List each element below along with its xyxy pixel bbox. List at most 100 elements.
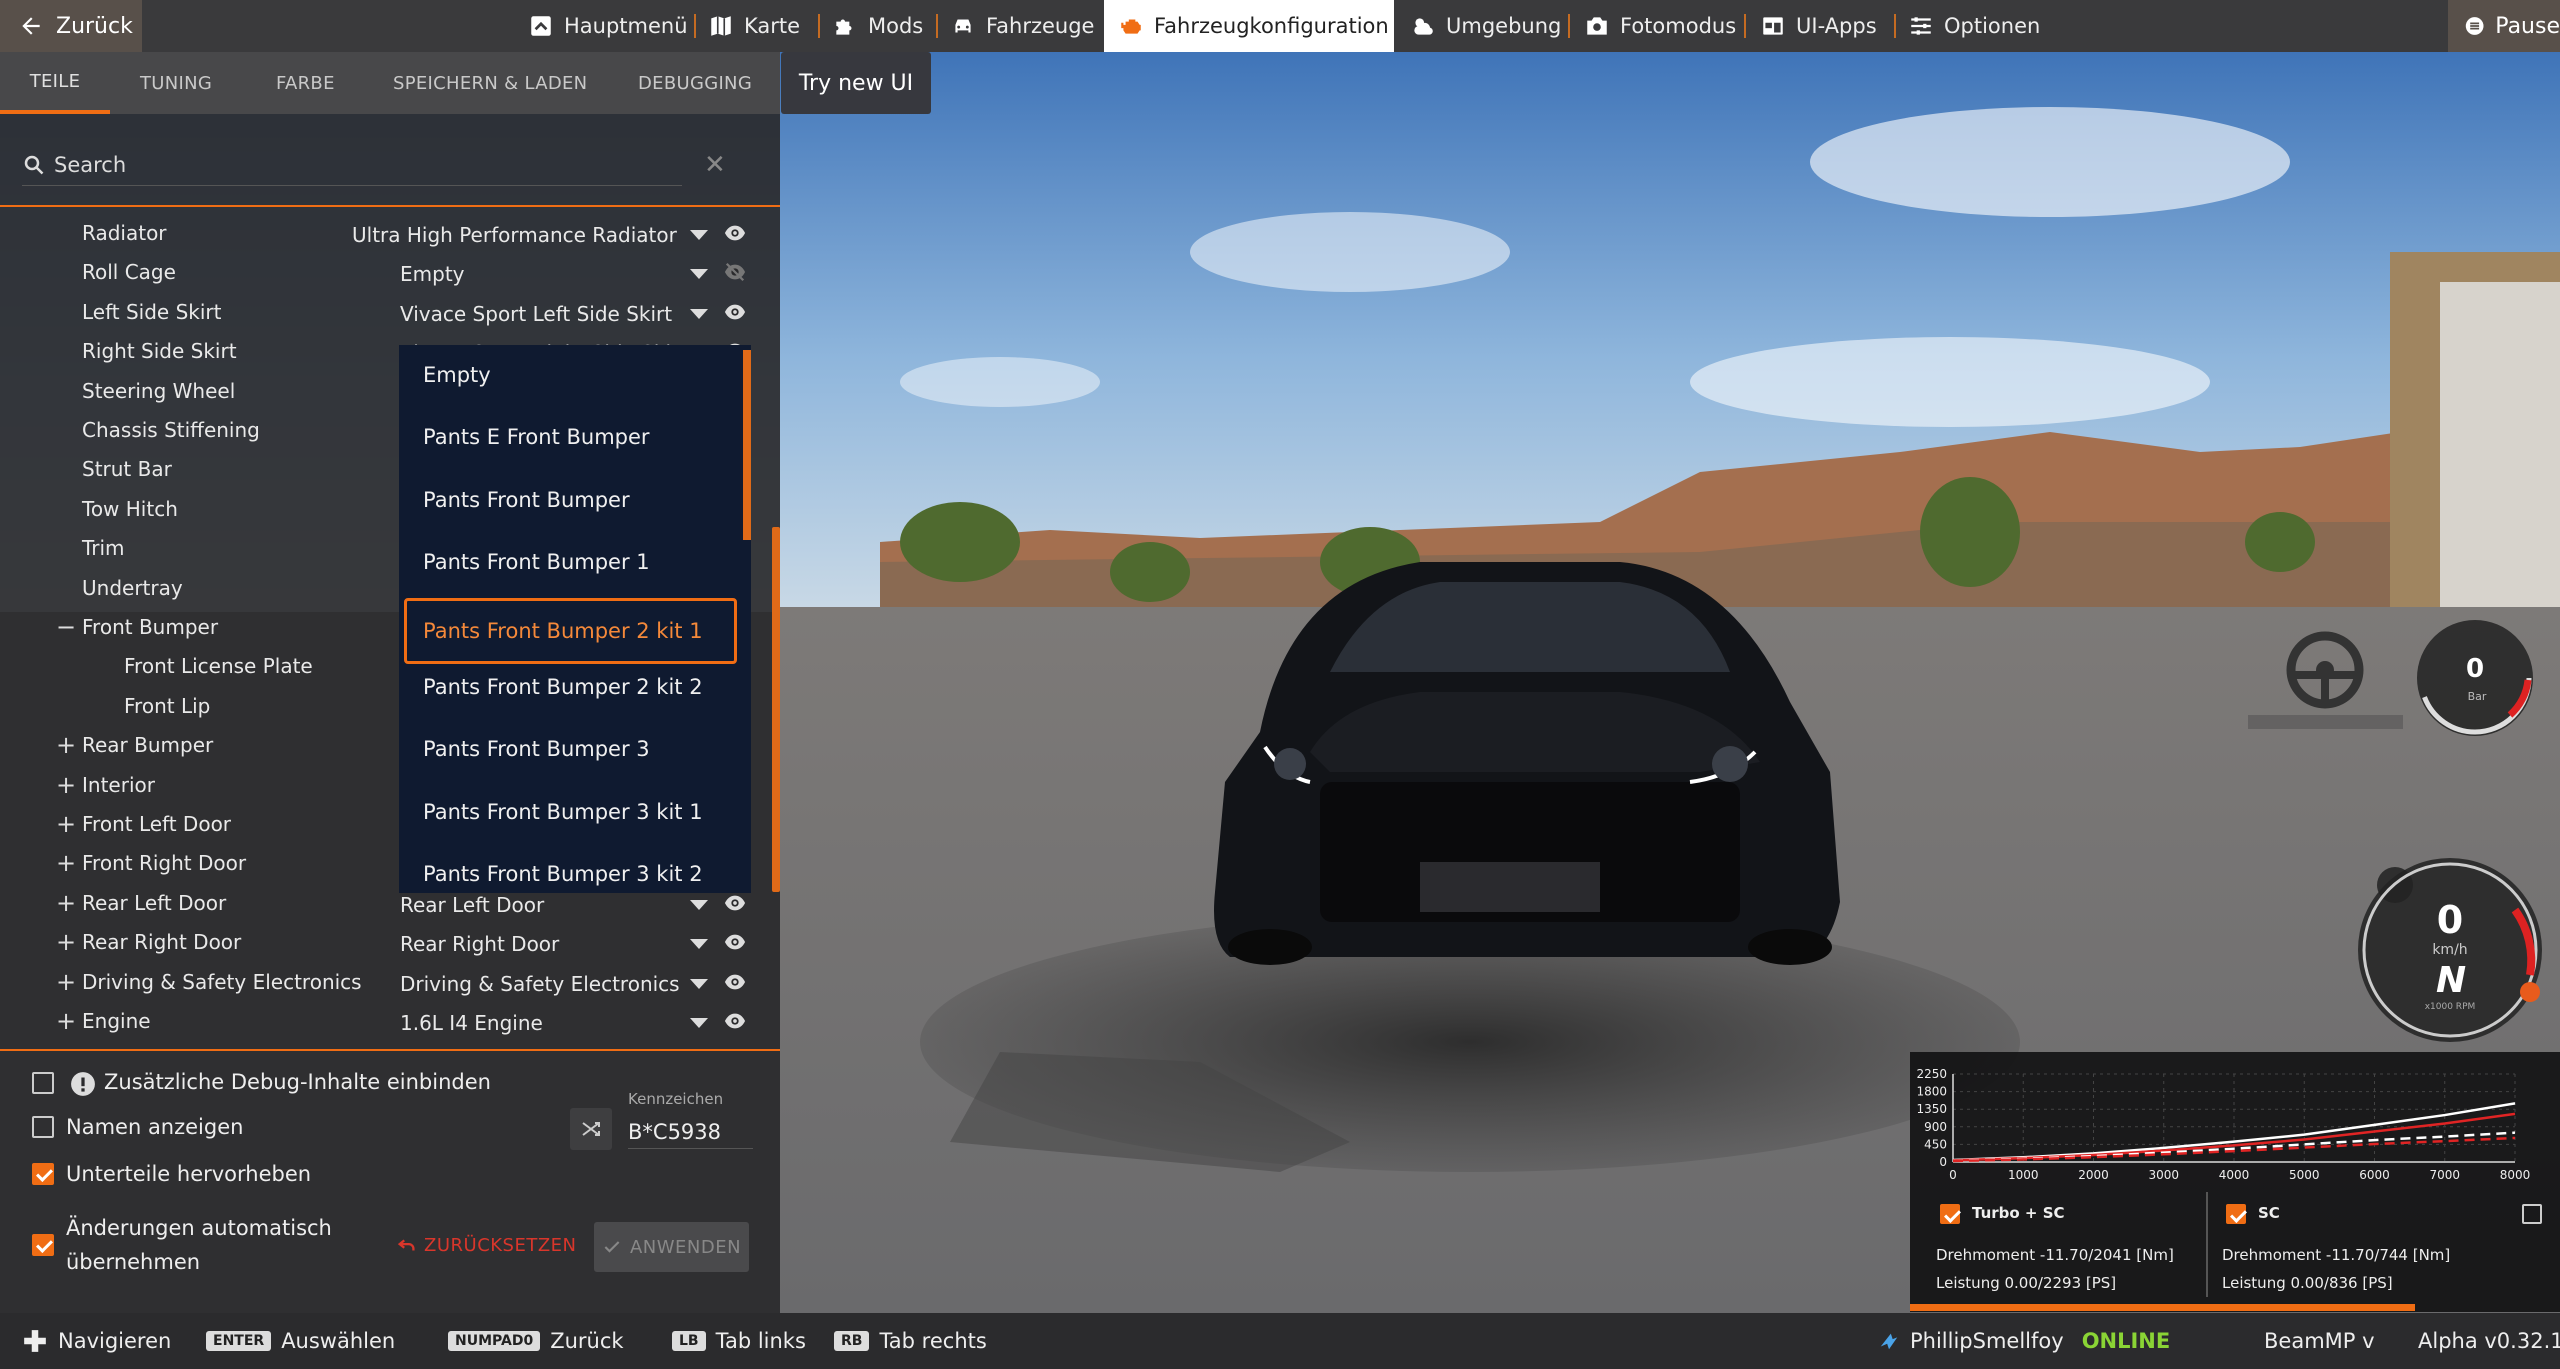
torque-graph-app: 0 450 900 1350 1800 2250 0 1000 2000 3000 4000 5000…: [1910, 1052, 2560, 1312]
menu-fahrzeuge[interactable]: Fahrzeuge: [950, 0, 1094, 52]
eye-icon[interactable]: [720, 931, 750, 953]
reset-button[interactable]: ZURÜCKSETZEN: [396, 1234, 577, 1256]
dropdown-arrow-icon[interactable]: [690, 899, 708, 910]
part-select-value[interactable]: Vivace Sport Left Side Skirt: [400, 302, 672, 326]
eye-icon[interactable]: [720, 222, 750, 244]
dropdown-option[interactable]: Pants Front Bumper: [399, 470, 744, 530]
hint-back-label: Zurück: [550, 1329, 624, 1353]
pause-label: Pause: [2495, 13, 2560, 39]
dropdown-option[interactable]: Pants Front Bumper 3: [399, 719, 744, 779]
dropdown-option[interactable]: Pants Front Bumper 3 kit 1: [399, 782, 744, 842]
dropdown-option[interactable]: Empty: [399, 345, 744, 405]
top-menu-bar: Zurück Hauptmenü Karte Mods Fahrzeuge Fa…: [0, 0, 2560, 52]
eye-off-icon[interactable]: [720, 261, 750, 283]
part-select-value[interactable]: Empty: [400, 262, 465, 286]
dropdown-arrow-icon[interactable]: [690, 978, 708, 989]
highlight-subparts-checkbox[interactable]: [32, 1163, 54, 1185]
part-slot-name: Trim: [82, 536, 125, 561]
expand-icon[interactable]: +: [56, 928, 76, 956]
puzzle-icon: [836, 19, 852, 35]
engine-icon: [1121, 19, 1141, 34]
series-toggle-checkbox[interactable]: [1940, 1204, 1960, 1224]
menu-mods-label: Mods: [868, 14, 924, 38]
collapse-icon[interactable]: −: [56, 613, 76, 641]
parts-scrollbar[interactable]: [772, 527, 780, 892]
part-row[interactable]: Roll Cage Empty: [0, 253, 780, 291]
username: PhillipSmellfoy: [1910, 1329, 2064, 1353]
part-select-value[interactable]: Driving & Safety Electronics: [400, 972, 680, 996]
menu-fotomodus[interactable]: Fotomodus: [1584, 0, 1736, 52]
part-select-value[interactable]: Ultra High Performance Radiator: [352, 223, 677, 247]
eye-icon[interactable]: [720, 892, 750, 914]
arrow-left-icon: [22, 17, 40, 35]
auto-apply-checkbox[interactable]: [32, 1234, 54, 1256]
hint-back: NUMPAD0 Zurück: [448, 1313, 624, 1369]
part-slot-name: Driving & Safety Electronics: [82, 969, 362, 994]
dropdown-option[interactable]: Pants Front Bumper 2 kit 2: [399, 657, 744, 717]
dropdown-scrollbar[interactable]: [743, 350, 751, 540]
y-tick-label: 1800: [1916, 1085, 1947, 1099]
dropdown-arrow-icon[interactable]: [690, 308, 708, 319]
tab-debugging[interactable]: DEBUGGING: [638, 52, 752, 114]
expand-icon[interactable]: +: [56, 889, 76, 917]
dropdown-arrow-icon[interactable]: [690, 230, 708, 240]
speed-unit: km/h: [2432, 942, 2468, 958]
dropdown-option[interactable]: Pants Front Bumper 1: [399, 532, 744, 592]
numpad-key: NUMPAD0: [448, 1331, 541, 1351]
part-slot-name: Rear Bumper: [82, 733, 214, 758]
menu-fahrzeugkonfiguration[interactable]: Fahrzeugkonfiguration: [1104, 0, 1394, 52]
expand-icon[interactable]: +: [56, 771, 76, 799]
part-select-value[interactable]: Rear Left Door: [400, 893, 544, 917]
search-input[interactable]: Search: [22, 144, 682, 186]
dropdown-option[interactable]: Pants Front Bumper 3 kit 2: [399, 844, 744, 893]
menu-optionen[interactable]: Optionen: [1908, 0, 2040, 52]
dropdown-option[interactable]: Pants E Front Bumper: [399, 407, 744, 467]
torque-chart: 0 450 900 1350 1800 2250 0 1000 2000 3000 4000 5000…: [1916, 1067, 2530, 1182]
expand-icon[interactable]: +: [56, 968, 76, 996]
camera-icon: [1587, 17, 1607, 35]
menu-ui-apps[interactable]: UI-Apps: [1760, 0, 1877, 52]
part-row[interactable]: + Driving & Safety Electronics Driving & S…: [0, 963, 780, 1001]
tab-teile[interactable]: TEILE: [0, 52, 110, 114]
menu-hauptmenu[interactable]: Hauptmenü: [528, 0, 688, 52]
part-row[interactable]: + Rear Right Door Rear Right Door: [0, 923, 780, 961]
eye-icon[interactable]: [720, 971, 750, 993]
ui-apps-icon: [1763, 17, 1783, 35]
random-plate-button[interactable]: [570, 1108, 612, 1150]
tab-speichern-laden[interactable]: SPEICHERN & LADEN: [393, 52, 587, 114]
series-toggle-checkbox[interactable]: [2226, 1204, 2246, 1224]
menu-mods[interactable]: Mods: [832, 0, 923, 52]
tab-farbe[interactable]: FARBE: [276, 52, 335, 114]
plate-field[interactable]: B*C5938: [628, 1120, 753, 1149]
eye-icon[interactable]: [720, 301, 750, 323]
part-select-value[interactable]: Rear Right Door: [400, 932, 559, 956]
series-name: SC: [2258, 1204, 2280, 1222]
x-tick-label: 0: [1949, 1168, 1957, 1182]
back-button[interactable]: Zurück: [0, 0, 142, 52]
part-slot-name: Chassis Stiffening: [82, 418, 260, 442]
dropdown-arrow-icon[interactable]: [690, 269, 708, 280]
dropdown-option[interactable]: Pants Front Bumper 2 kit 1: [404, 597, 737, 664]
clear-search-icon[interactable]: ✕: [704, 150, 726, 180]
show-names-checkbox[interactable]: [32, 1116, 54, 1138]
debug-content-checkbox[interactable]: [32, 1072, 54, 1094]
expand-icon[interactable]: +: [56, 849, 76, 877]
menu-karte[interactable]: Karte: [708, 0, 800, 52]
apply-button[interactable]: ANWENDEN: [594, 1222, 749, 1272]
highlight-subparts-label: Unterteile hervorheben: [66, 1162, 312, 1186]
expand-icon[interactable]: +: [56, 810, 76, 838]
part-row[interactable]: Left Side Skirt Vivace Sport Left Side Sk…: [0, 293, 780, 331]
tab-tuning[interactable]: TUNING: [140, 52, 212, 114]
apply-label: ANWENDEN: [629, 1236, 742, 1258]
menu-umgebung[interactable]: Umgebung: [1410, 0, 1561, 52]
try-new-ui-button[interactable]: Try new UI: [781, 52, 931, 114]
part-slot-name: Front Lip: [124, 693, 211, 718]
x-tick-label: 7000: [2429, 1168, 2460, 1182]
dropdown-arrow-icon[interactable]: [690, 939, 708, 950]
series-toggle-checkbox[interactable]: [2522, 1204, 2542, 1224]
pause-button[interactable]: Pause: [2448, 0, 2560, 52]
part-row[interactable]: Radiator Ultra High Performance Radiator: [0, 214, 780, 252]
expand-icon[interactable]: +: [56, 731, 76, 759]
part-slot-name: Radiator: [82, 221, 167, 245]
y-tick-label: 0: [1939, 1155, 1947, 1169]
